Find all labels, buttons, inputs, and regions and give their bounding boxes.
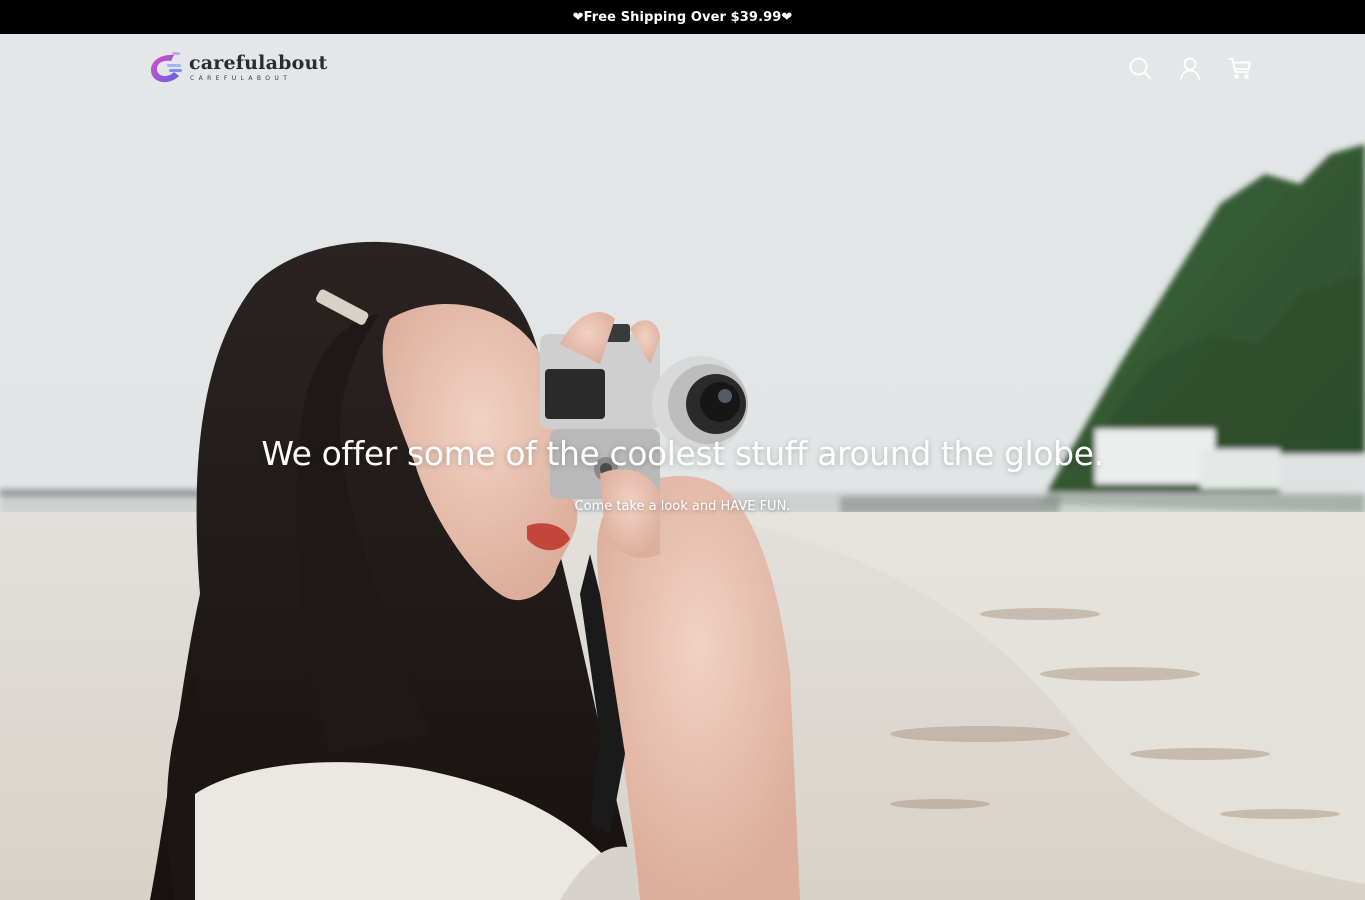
logo-tagline: CAREFULABOUT (190, 75, 292, 82)
logo-name: carefulabout (189, 52, 328, 74)
hero-title: We offer some of the coolest stuff aroun… (261, 434, 1104, 473)
hero-subtitle: Come take a look and HAVE FUN. (574, 499, 791, 514)
logo-mark-icon (151, 52, 182, 83)
site-header: carefulabout CAREFULABOUT (0, 34, 1365, 102)
cart-icon[interactable] (1227, 54, 1253, 82)
account-icon[interactable] (1177, 54, 1203, 82)
logo-link[interactable]: carefulabout CAREFULABOUT (148, 51, 327, 85)
hero-content: We offer some of the coolest stuff aroun… (0, 434, 1365, 514)
search-icon[interactable] (1127, 54, 1153, 82)
announcement-bar: ❤Free Shipping Over $39.99❤ (0, 0, 1365, 34)
announcement-text: ❤Free Shipping Over $39.99❤ (572, 9, 793, 25)
header-icons (1127, 54, 1253, 82)
